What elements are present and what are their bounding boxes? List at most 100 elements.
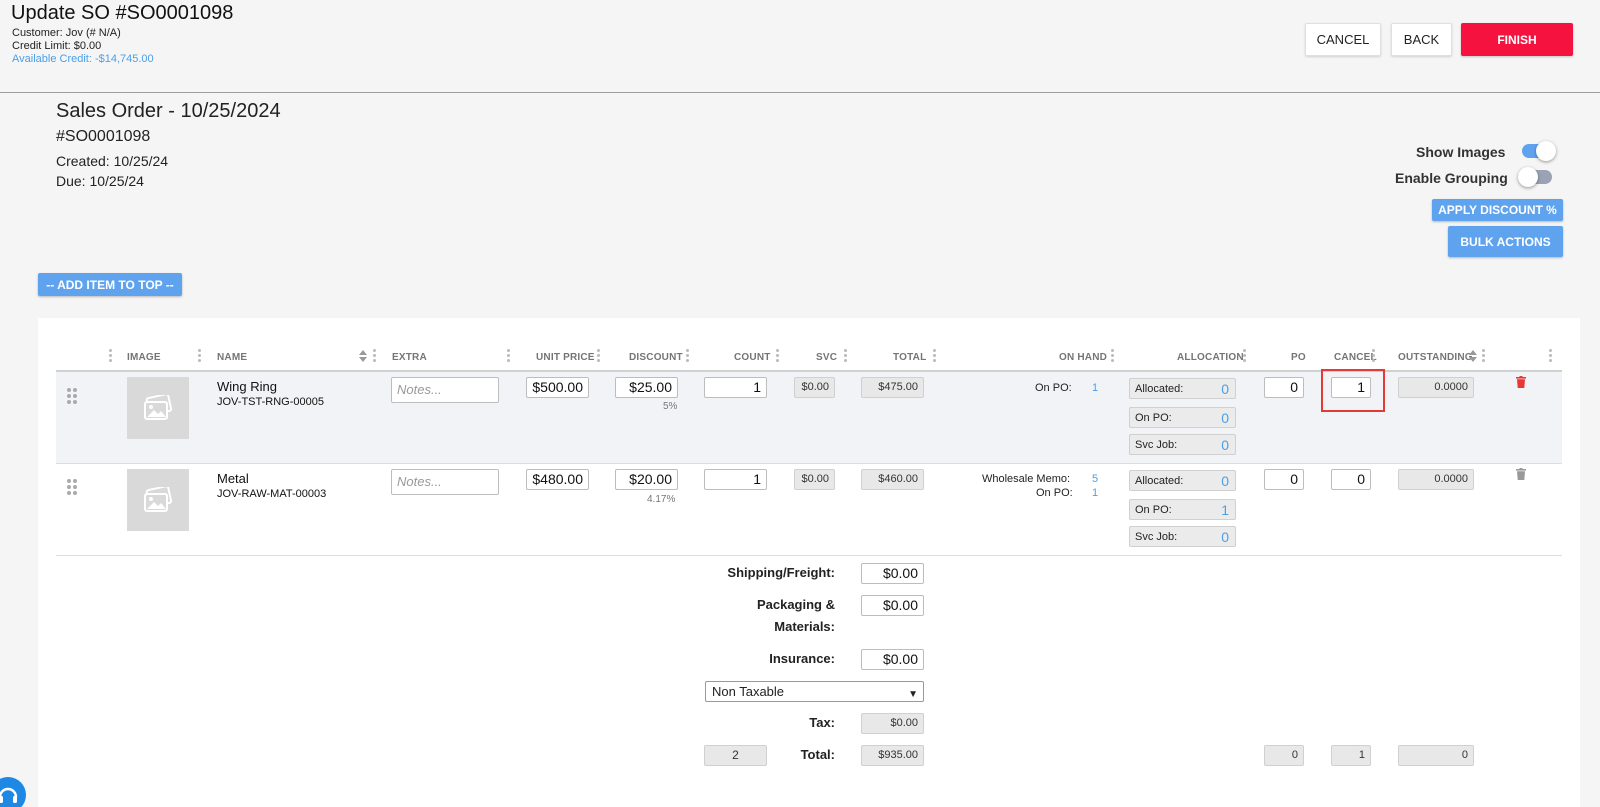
- allocated-field: Allocated: 0: [1129, 378, 1236, 399]
- tax-select[interactable]: Non Taxable ▼: [705, 681, 924, 702]
- on-hand-value[interactable]: 1: [1092, 382, 1098, 394]
- col-svc: SVC: [816, 352, 838, 363]
- col-unit-price: UNIT PRICE: [536, 352, 595, 363]
- allocated-label: Allocated:: [1135, 383, 1184, 395]
- row-divider: [56, 463, 1562, 464]
- svc-value: $0.00: [794, 377, 835, 398]
- delete-icon[interactable]: [1516, 376, 1526, 388]
- unit-price-input[interactable]: $480.00: [526, 469, 589, 490]
- grand-total: $935.00: [861, 745, 924, 766]
- sort-icon[interactable]: [359, 350, 367, 362]
- notes-input[interactable]: Notes...: [391, 469, 499, 495]
- show-images-toggle[interactable]: [1522, 141, 1556, 161]
- column-resize-handle[interactable]: [686, 349, 690, 365]
- column-resize-handle[interactable]: [373, 349, 377, 365]
- product-name[interactable]: Metal: [217, 471, 249, 486]
- discount-percent: 4.17%: [647, 494, 676, 505]
- packaging-label: Packaging &: [756, 597, 835, 612]
- back-button[interactable]: BACK: [1391, 23, 1452, 56]
- total-label: Total:: [800, 747, 835, 762]
- finish-button[interactable]: FINISH: [1461, 23, 1573, 56]
- column-resize-handle[interactable]: [1243, 349, 1247, 365]
- credit-limit: Credit Limit: $0.00: [12, 40, 102, 52]
- column-resize-handle[interactable]: [933, 349, 937, 365]
- product-name[interactable]: Wing Ring: [217, 379, 277, 394]
- count-input[interactable]: 1: [704, 377, 767, 398]
- apply-discount-button[interactable]: APPLY DISCOUNT %: [1432, 199, 1563, 221]
- on-po-label: On PO:: [1135, 412, 1172, 424]
- discount-input[interactable]: $25.00: [615, 377, 678, 398]
- discount-percent: 5%: [663, 401, 678, 412]
- col-image: IMAGE: [127, 352, 161, 363]
- column-resize-handle[interactable]: [597, 349, 601, 365]
- svc-job-field: Svc Job: 0: [1129, 526, 1236, 547]
- po-input[interactable]: 0: [1264, 469, 1304, 490]
- shipping-input[interactable]: $0.00: [861, 563, 924, 584]
- column-resize-handle[interactable]: [198, 349, 202, 365]
- po-input[interactable]: 0: [1264, 377, 1304, 398]
- insurance-input[interactable]: $0.00: [861, 649, 924, 670]
- on-hand-label: On PO:: [1035, 382, 1072, 394]
- svc-value: $0.00: [794, 469, 835, 490]
- column-resize-handle[interactable]: [776, 349, 780, 365]
- order-created: Created: 10/25/24: [56, 153, 169, 169]
- col-discount: DISCOUNT: [629, 352, 683, 363]
- column-resize-handle[interactable]: [1549, 349, 1553, 365]
- col-count: COUNT: [734, 352, 771, 363]
- sort-icon[interactable]: [1469, 350, 1477, 362]
- add-item-to-top-button[interactable]: -- ADD ITEM TO TOP --: [38, 273, 182, 296]
- product-sku: JOV-RAW-MAT-00003: [217, 488, 327, 500]
- notes-input[interactable]: Notes...: [391, 377, 499, 403]
- cancel-button[interactable]: CANCEL: [1305, 23, 1381, 56]
- on-po-label: On PO:: [1135, 504, 1172, 516]
- svc-job-value[interactable]: 0: [1221, 529, 1229, 545]
- col-on-hand: ON HAND: [1059, 352, 1108, 363]
- bulk-actions-button[interactable]: BULK ACTIONS: [1448, 226, 1563, 257]
- on-po-value[interactable]: 0: [1221, 410, 1229, 426]
- col-total: TOTAL: [893, 352, 927, 363]
- product-image-placeholder[interactable]: [127, 377, 189, 439]
- col-name[interactable]: NAME: [217, 352, 247, 363]
- column-resize-handle[interactable]: [109, 349, 113, 365]
- column-resize-handle[interactable]: [507, 349, 511, 365]
- drag-handle-icon[interactable]: [67, 388, 77, 404]
- delete-icon[interactable]: [1516, 468, 1526, 480]
- allocated-value[interactable]: 0: [1221, 381, 1229, 397]
- cancel-input[interactable]: 0: [1331, 469, 1371, 490]
- image-icon: [144, 487, 173, 512]
- column-resize-handle[interactable]: [844, 349, 848, 365]
- product-sku: JOV-TST-RNG-00005: [217, 396, 324, 408]
- column-resize-handle[interactable]: [1372, 349, 1376, 365]
- tax-select-value: Non Taxable: [712, 684, 785, 699]
- on-hand-value[interactable]: 5: [1092, 473, 1098, 485]
- chevron-down-icon: ▼: [908, 689, 918, 700]
- product-image-placeholder[interactable]: [127, 469, 189, 531]
- allocated-value[interactable]: 0: [1221, 473, 1229, 489]
- order-title: Sales Order - 10/25/2024: [56, 100, 281, 122]
- on-po-value[interactable]: 1: [1221, 502, 1229, 518]
- row-divider: [56, 555, 1562, 556]
- drag-handle-icon[interactable]: [67, 479, 77, 495]
- column-resize-handle[interactable]: [1482, 349, 1486, 365]
- on-hand-label: On PO:: [1036, 487, 1073, 499]
- allocated-label: Allocated:: [1135, 475, 1184, 487]
- allocated-field: Allocated: 0: [1129, 470, 1236, 491]
- total-cancel: 1: [1331, 745, 1371, 766]
- enable-grouping-toggle[interactable]: [1518, 167, 1552, 187]
- total-po: 0: [1264, 745, 1304, 766]
- column-resize-handle[interactable]: [1111, 349, 1115, 365]
- page-title: Update SO #SO0001098: [11, 2, 234, 24]
- discount-input[interactable]: $20.00: [615, 469, 678, 490]
- packaging-input[interactable]: $0.00: [861, 595, 924, 616]
- svc-job-value[interactable]: 0: [1221, 437, 1229, 453]
- on-po-field: On PO: 1: [1129, 499, 1236, 520]
- support-chat-button[interactable]: [0, 777, 26, 807]
- image-icon: [144, 395, 173, 420]
- col-outstanding[interactable]: OUTSTANDING: [1398, 352, 1473, 363]
- on-hand-value[interactable]: 1: [1092, 487, 1098, 499]
- on-hand-label: Wholesale Memo:: [982, 473, 1071, 485]
- unit-price-input[interactable]: $500.00: [526, 377, 589, 398]
- count-input[interactable]: 1: [704, 469, 767, 490]
- customer-info: Customer: Jov (# N/A): [12, 27, 121, 39]
- col-allocation: ALLOCATION: [1177, 352, 1244, 363]
